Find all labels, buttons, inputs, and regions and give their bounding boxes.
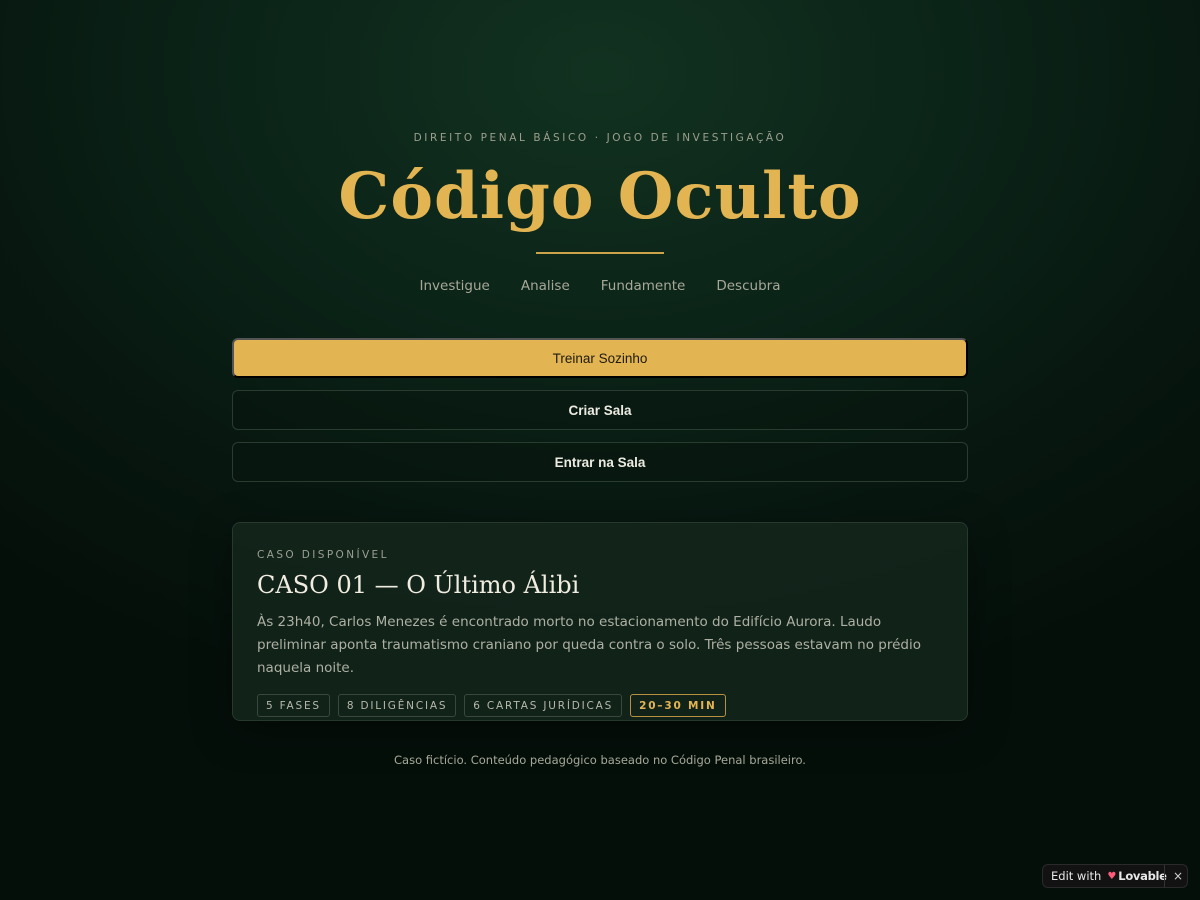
badge-edit-label: Edit with — [1051, 869, 1102, 883]
badge-brand: Lovable — [1118, 869, 1167, 883]
tag-duration: 20–30 MIN — [630, 694, 726, 717]
join-room-button[interactable]: Entrar na Sala — [232, 442, 968, 482]
case-card[interactable]: CASO DISPONÍVEL CASO 01 — O Último Álibi… — [232, 522, 968, 721]
tag-diligences: 8 DILIGÊNCIAS — [337, 694, 457, 717]
tag-phases: 5 FASES — [257, 694, 330, 717]
tagline-fundamente: Fundamente — [600, 278, 686, 294]
edit-with-lovable-badge[interactable]: Edit with ♥ Lovable × — [1042, 864, 1188, 888]
tagline: Investigue Analise Fundamente Descubra — [232, 278, 968, 294]
tagline-analise: Analise — [520, 278, 570, 294]
case-tags: 5 FASES 8 DILIGÊNCIAS 6 CARTAS JURÍDICAS… — [257, 694, 943, 717]
heart-icon: ♥ — [1107, 870, 1117, 882]
case-kicker: CASO DISPONÍVEL — [257, 549, 389, 561]
tag-legal-cards: 6 CARTAS JURÍDICAS — [464, 694, 623, 717]
page-kicker: DIREITO PENAL BÁSICO · JOGO DE INVESTIGA… — [413, 132, 787, 144]
title-divider — [536, 252, 664, 254]
footer-note: Caso fictício. Conteúdo pedagógico basea… — [394, 753, 806, 767]
case-description: Às 23h40, Carlos Menezes é encontrado mo… — [257, 614, 921, 676]
tagline-descubra: Descubra — [716, 278, 781, 294]
create-room-button[interactable]: Criar Sala — [232, 390, 968, 430]
close-icon[interactable]: × — [1170, 865, 1186, 887]
page-title: Código Oculto — [338, 159, 862, 234]
tagline-investigue: Investigue — [419, 278, 490, 294]
train-solo-button[interactable]: Treinar Sozinho — [232, 338, 968, 378]
badge-divider — [1164, 865, 1165, 887]
case-title: CASO 01 — O Último Álibi — [257, 571, 580, 599]
